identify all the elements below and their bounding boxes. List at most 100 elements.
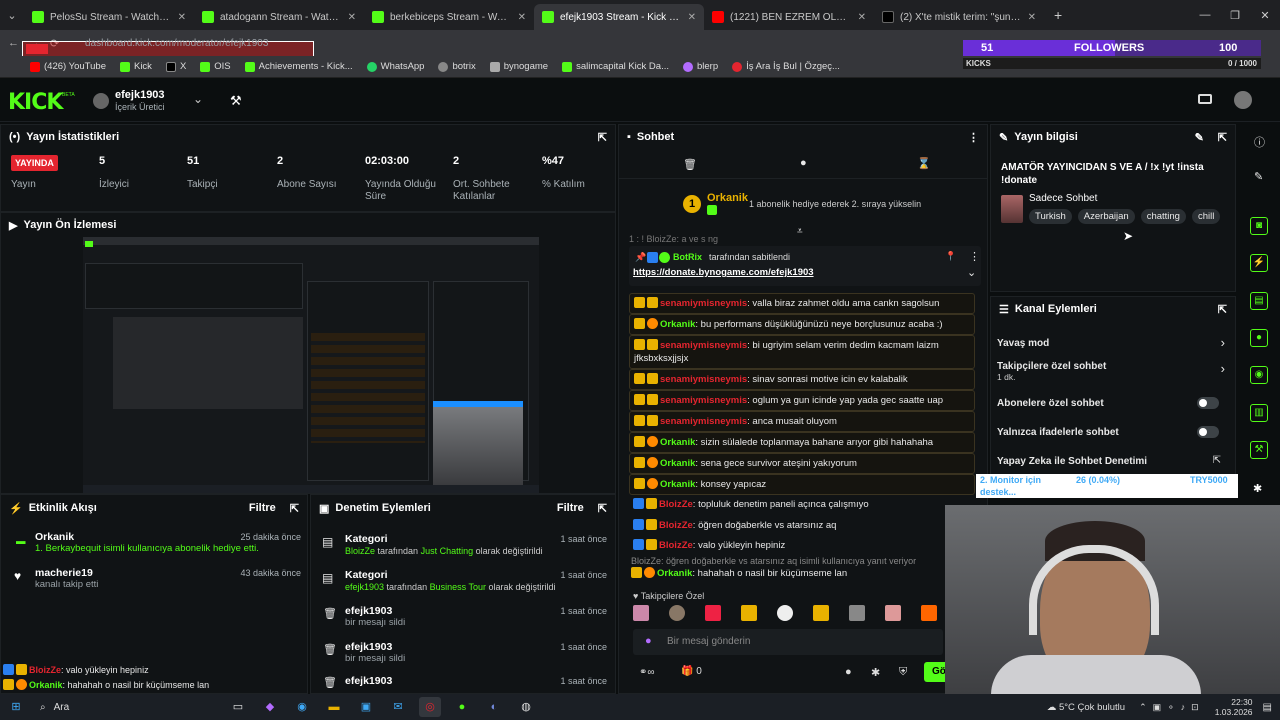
copilot-icon[interactable]: ◆ [259,697,281,717]
outlook-icon[interactable]: ✉ [387,697,409,717]
tag-chip[interactable]: Azerbaijan [1077,209,1135,224]
bookmark-item[interactable]: botrix [438,61,476,72]
connection-icon[interactable]: ⚭∞ [639,667,655,678]
tag-chip[interactable]: Turkish [1029,209,1072,224]
pinned-link[interactable]: https://donate.bynogame.com/efejk1903 [633,267,814,278]
browser-tab-5[interactable]: (1221) BEN EZREM OLDUYSAM ✕ [704,4,874,30]
tag-chip[interactable]: chill [1191,209,1221,224]
chat-message[interactable]: BloizZe: öğren doğaberkle vs atarsınız a… [629,516,975,535]
new-tab-icon[interactable]: + [1054,7,1062,23]
emote-icon[interactable] [849,605,865,621]
emote-icon[interactable] [705,605,721,621]
popout-icon[interactable]: ⇱ [290,502,299,515]
browser-tab-2[interactable]: atadogann Stream - Watch Live ✕ [194,4,364,30]
bookmark-item[interactable]: (426) YouTube [30,61,106,72]
activity-filter-button[interactable]: Filtre [249,502,276,514]
pencil-icon[interactable]: ✎ [1254,170,1263,183]
store-icon[interactable]: ▣ [355,697,377,717]
wrench-icon[interactable]: ⚒ [1250,441,1268,459]
more-icon[interactable]: ⋮ [968,131,979,144]
category-thumbnail[interactable] [1001,195,1023,223]
moderation-filter-button[interactable]: Filtre [557,502,584,514]
trash-icon[interactable]: 🗑 [683,158,697,171]
chat-message[interactable]: Orkanik: bu performans düşüklüğünüzü ney… [629,314,975,335]
chat-message[interactable]: senamiymisneymis: valla biraz zahmet old… [629,293,975,314]
close-icon[interactable]: ✕ [688,12,696,23]
bookmark-item[interactable]: WhatsApp [366,61,424,72]
chevron-right-icon[interactable]: › [1221,335,1225,350]
send-button[interactable]: Gö [924,662,946,682]
gear-icon[interactable]: ✱ [871,666,880,679]
weather-widget[interactable]: ☁ 5°C Çok bulutlu [1047,702,1125,713]
obs-icon[interactable]: ◍ [515,697,537,717]
chat-message[interactable]: BloizZe: valo yükleyin hepiniz [629,536,975,555]
emote-icon[interactable] [885,605,901,621]
profile-avatar[interactable] [1234,91,1252,109]
chat-message[interactable]: Orkanik: konsey yapıcaz [629,474,975,495]
close-icon[interactable]: ✕ [1028,12,1036,23]
chat-message[interactable]: Orkanik: sizin sülalede toplanmaya bahan… [629,432,975,453]
stream-preview-video[interactable] [83,237,539,493]
browser-tab-4[interactable]: efejk1903 Stream - Kick Dashb ✕ [534,4,704,30]
bookmark-item[interactable]: X [165,61,186,72]
back-icon[interactable]: ← [8,37,19,49]
emote-icon[interactable] [813,605,829,621]
popout-icon[interactable]: ⇱ [1218,303,1227,316]
chat-icon[interactable]: ● [800,157,807,169]
bookmark-item[interactable]: blerp [683,61,718,72]
chat-user[interactable]: Orkanik [660,437,695,448]
mic-icon[interactable]: ● [645,635,652,647]
chat-user[interactable]: senamiymisneymis [660,298,747,309]
browser-tab-1[interactable]: PelosSu Stream - Watch Live o ✕ [24,4,194,30]
close-icon[interactable]: ✕ [348,12,356,23]
action-slow-mode[interactable]: Yavaş mod › [997,335,1229,350]
chat-user[interactable]: senamiymisneymis [660,374,747,385]
bookmark-item[interactable]: OIS [200,61,231,72]
bookmark-item[interactable]: Achievements - Kick... [244,61,353,72]
chat-message[interactable]: senamiymisneymis: bi ugriyim selam verim… [629,335,975,369]
task-view-icon[interactable]: ▭ [227,697,249,717]
chat-input-box[interactable]: ● Bir mesaj gönderin [633,629,943,655]
emote-icon[interactable] [633,605,649,621]
chat-message[interactable]: senamiymisneymis: anca musait oluyom [629,411,975,432]
chat-user[interactable]: senamiymisneymis [660,395,747,406]
clipboard-icon[interactable]: ▤ [1250,292,1268,310]
bookmark-item[interactable]: İş Ara İş Bul | Özgeç... [732,61,840,72]
bookmark-item[interactable]: salimcapital Kick Da... [562,61,669,72]
chat-user[interactable]: BloizZe [659,540,693,551]
popout-icon[interactable]: ⇱ [1218,131,1227,144]
chat-message[interactable]: BloizZe: topluluk denetim paneli açınca … [629,495,975,514]
bookmark-item[interactable]: bynogame [489,61,548,72]
bookmark-item[interactable]: Kick [119,61,152,72]
shield-icon[interactable]: ⛨ [899,666,907,679]
edge-icon[interactable]: ◉ [291,697,313,717]
tab-search-icon[interactable]: ⌄ [0,9,24,22]
window-close-icon[interactable]: ✕ [1250,9,1280,22]
layers-icon[interactable]: ▥ [1250,404,1268,422]
explorer-icon[interactable]: ▬ [323,697,345,717]
url-input[interactable]: dashboard.kick.com/moderator/efejk1903 [85,38,310,52]
emote-icon[interactable] [741,605,757,621]
action-ai-moderation[interactable]: Yapay Zeka ile Sohbet Denetimi ⇱ [997,455,1229,467]
chat-bubble-icon[interactable]: ● [1250,329,1268,347]
emote-icon[interactable] [777,605,793,621]
browser-tab-6[interactable]: (2) X'te mistik terim: "şuna faul ✕ [874,4,1044,30]
hourglass-icon[interactable]: ⌛ [917,157,931,170]
points-display[interactable]: 🎁 0 [681,666,702,677]
chat-icon[interactable]: ● [845,666,852,678]
chat-message[interactable]: Orkanik: sena gece survivor ateşini yakı… [629,453,975,474]
chevron-down-icon[interactable]: ⌄ [967,266,976,279]
taskbar-search[interactable]: ⌕ Ara [32,697,222,717]
emote-icon[interactable] [921,605,937,621]
lightning-icon[interactable]: ⚡ [1250,254,1268,272]
discord-icon[interactable]: ◐ [483,697,505,717]
browser-tab-3[interactable]: berkebiceps Stream - Watch Li ✕ [364,4,534,30]
chat-user[interactable]: Orkanik [660,479,695,490]
camera-icon[interactable]: ◙ [1250,217,1268,235]
pin-collapse-icon[interactable]: ⩡ [797,226,803,237]
chat-message[interactable]: senamiymisneymis: oglum ya gun icinde ya… [629,390,975,411]
avatar[interactable] [93,93,109,109]
edit-icon[interactable]: ✎ [1195,131,1204,144]
maximize-icon[interactable]: ❐ [1220,9,1250,22]
chat-user[interactable]: BloizZe [659,520,693,531]
